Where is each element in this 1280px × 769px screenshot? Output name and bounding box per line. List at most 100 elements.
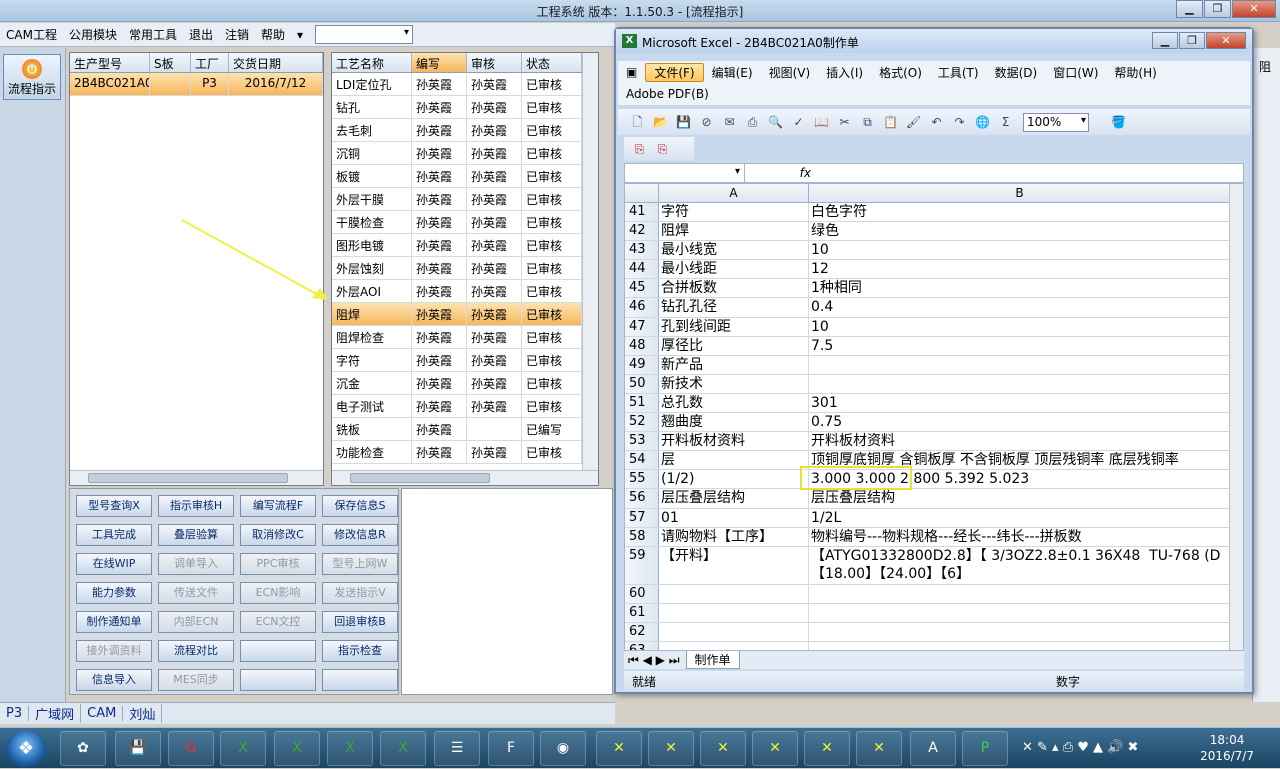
excel-doc-icon[interactable]: ▣ xyxy=(618,65,645,79)
function-button[interactable]: 制作通知单 xyxy=(76,611,152,633)
cell-a[interactable]: 最小线距 xyxy=(659,260,809,279)
function-button[interactable]: 指示审核H xyxy=(158,495,234,517)
excel-menu-item[interactable]: 窗口(W) xyxy=(1045,64,1106,81)
table-row[interactable]: 阻焊 孙英霞 孙英霞 已审核 xyxy=(332,303,598,326)
hyperlink-icon[interactable]: 🌐 xyxy=(973,114,992,131)
cut-icon[interactable]: ✂ xyxy=(835,114,854,131)
cell-b[interactable]: 10 xyxy=(809,241,1231,259)
row-number[interactable]: 56 xyxy=(625,489,659,508)
row-number[interactable]: 58 xyxy=(625,527,659,546)
excel-menu-item[interactable]: 工具(T) xyxy=(930,64,987,81)
row-number[interactable]: 42 xyxy=(625,222,659,241)
row-number[interactable]: 62 xyxy=(625,622,659,641)
taskbar-excel-icon[interactable]: X xyxy=(220,731,266,766)
format-painter-icon[interactable]: 🖌 xyxy=(904,114,923,131)
menu-help[interactable]: 帮助 xyxy=(255,26,291,43)
taskbar-floppy-icon[interactable]: 💾 xyxy=(115,731,161,766)
taskbar-doc-icon[interactable]: ☰ xyxy=(434,731,480,766)
excel-close-button[interactable]: ✕ xyxy=(1206,32,1246,49)
function-button[interactable]: 修改信息R xyxy=(322,524,398,546)
cell-b[interactable] xyxy=(809,375,1231,393)
excel-menu-item[interactable]: 视图(V) xyxy=(761,64,819,81)
row-number[interactable]: 46 xyxy=(625,298,659,317)
table-row[interactable]: LDI定位孔 孙英霞 孙英霞 已审核 xyxy=(332,73,598,96)
cell-a[interactable] xyxy=(659,584,809,603)
cell-b[interactable]: 10 xyxy=(809,318,1231,336)
taskbar-eye-icon[interactable]: ◉ xyxy=(540,731,586,766)
cell-b[interactable]: 绿色 xyxy=(809,222,1231,240)
table-row[interactable]: 字符 孙英霞 孙英霞 已审核 xyxy=(332,349,598,372)
menu-exit[interactable]: 退出 xyxy=(183,26,219,43)
col-header-reviewer[interactable]: 审核 xyxy=(467,53,522,72)
cell-b[interactable] xyxy=(809,356,1231,374)
taskbar-p-icon[interactable]: P xyxy=(962,731,1008,766)
col-header-process[interactable]: 工艺名称 xyxy=(332,53,412,72)
row-number[interactable]: 41 xyxy=(625,203,659,222)
function-button[interactable]: 取消修改C xyxy=(240,524,316,546)
permission-icon[interactable]: ⊘ xyxy=(697,114,716,131)
table-row[interactable]: 沉金 孙英霞 孙英霞 已审核 xyxy=(332,372,598,395)
excel-restore-button[interactable]: ❐ xyxy=(1179,32,1205,49)
table-row[interactable]: 功能检查 孙英霞 孙英霞 已审核 xyxy=(332,441,598,464)
background-window[interactable]: 阻 xyxy=(1252,48,1280,702)
zoom-select[interactable]: 100% xyxy=(1023,112,1089,132)
table-row[interactable]: 铣板 孙英霞 已编写 xyxy=(332,418,598,441)
taskbar-window-icon[interactable]: ✕ xyxy=(700,731,746,766)
cell-b[interactable]: 开料板材资料 xyxy=(809,432,1231,450)
sheet-vscrollbar[interactable] xyxy=(1229,184,1243,650)
taskbar-window-icon[interactable]: ✕ xyxy=(804,731,850,766)
autosum-icon[interactable]: Σ xyxy=(996,114,1015,131)
cell-a[interactable]: 厚径比 xyxy=(659,336,809,355)
cell-a[interactable]: 翘曲度 xyxy=(659,413,809,432)
tray-icons[interactable]: ✕ ✎ ▴ ⎙ ♥ ▲ 🔊 ✖ xyxy=(1022,740,1138,755)
taskbar-word-icon[interactable]: A xyxy=(910,731,956,766)
row-number[interactable]: 49 xyxy=(625,355,659,374)
cell-a[interactable] xyxy=(659,622,809,641)
col-header-status[interactable]: 状态 xyxy=(522,53,582,72)
pdf-convert-icon[interactable]: ⎘ xyxy=(630,141,649,158)
table-row[interactable]: 阻焊检查 孙英霞 孙英霞 已审核 xyxy=(332,326,598,349)
function-button[interactable]: 型号查询X xyxy=(76,495,152,517)
menu-common-module[interactable]: 公用模块 xyxy=(63,26,123,43)
col-header-factory[interactable]: 工厂 xyxy=(191,53,229,72)
excel-menu-item[interactable]: 帮助(H) xyxy=(1106,64,1164,81)
function-button[interactable]: 调单导入 xyxy=(158,553,234,575)
cell-a[interactable]: 孔到线间距 xyxy=(659,317,809,336)
process-vscrollbar[interactable] xyxy=(582,53,598,470)
cell-a[interactable]: 钻孔孔径 xyxy=(659,298,809,317)
sheet-tab[interactable]: 制作单 xyxy=(685,651,740,669)
table-row[interactable]: 沉铜 孙英霞 孙英霞 已审核 xyxy=(332,142,598,165)
function-button[interactable]: 能力参数 xyxy=(76,582,152,604)
row-number[interactable]: 57 xyxy=(625,508,659,527)
pdf-email-icon[interactable]: ⎘ xyxy=(653,141,672,158)
cell-a[interactable]: 总孔数 xyxy=(659,393,809,413)
fill-color-icon[interactable]: 🪣 xyxy=(1109,114,1128,131)
cell-b[interactable]: 301 xyxy=(809,394,1231,412)
function-button[interactable]: 型号上网W xyxy=(322,553,398,575)
cell-b[interactable] xyxy=(809,642,1231,650)
excel-menu-item[interactable]: 编辑(E) xyxy=(704,64,761,81)
table-row[interactable]: 去毛刺 孙英霞 孙英霞 已审核 xyxy=(332,119,598,142)
new-icon[interactable]: 🗋 xyxy=(628,114,647,131)
clock[interactable]: 18:04 2016/7/7 xyxy=(1200,732,1254,764)
menu-adobe-pdf[interactable]: Adobe PDF(B) xyxy=(618,87,717,101)
col-header-model[interactable]: 生产型号 xyxy=(70,53,150,72)
row-number[interactable]: 60 xyxy=(625,584,659,603)
row-number[interactable]: 63 xyxy=(625,641,659,650)
cell-b[interactable]: 1种相同 xyxy=(809,279,1231,297)
cell-a[interactable]: 层压叠层结构 xyxy=(659,489,809,508)
taskbar-window-icon[interactable]: ✕ xyxy=(648,731,694,766)
research-icon[interactable]: 📖 xyxy=(812,114,831,131)
function-button[interactable]: ECN影响 xyxy=(240,582,316,604)
function-button[interactable]: 发送指示V xyxy=(322,582,398,604)
function-button[interactable]: 工具完成 xyxy=(76,524,152,546)
select-all-corner[interactable] xyxy=(625,184,659,202)
col-header-a[interactable]: A xyxy=(659,184,809,202)
taskbar-app-icon[interactable]: ✿ xyxy=(60,731,106,766)
row-number[interactable]: 50 xyxy=(625,374,659,393)
flow-instruction-button[interactable]: ⏻ 流程指示 xyxy=(3,54,61,100)
menu-overflow-icon[interactable]: ▾ xyxy=(291,28,309,42)
open-icon[interactable]: 📂 xyxy=(651,114,670,131)
function-button[interactable]: 回退审核B xyxy=(322,611,398,633)
minimize-button[interactable]: ▁ xyxy=(1176,0,1203,18)
